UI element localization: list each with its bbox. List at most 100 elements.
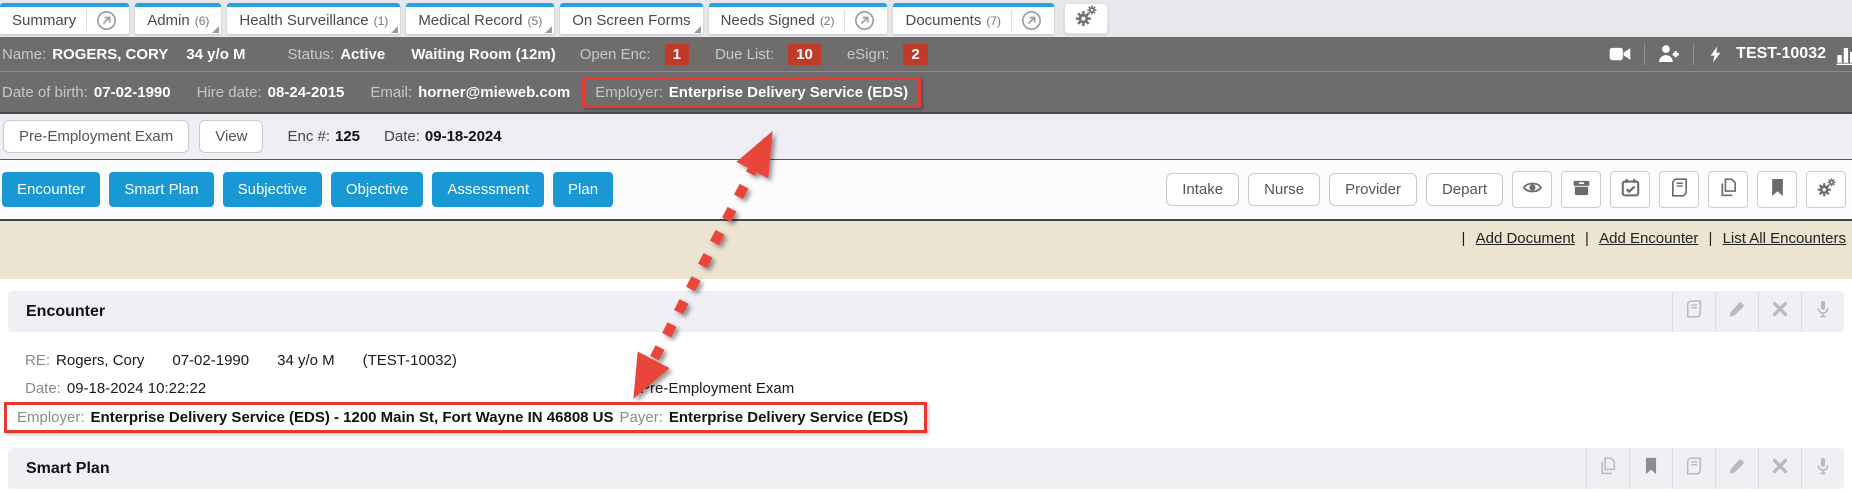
tab-summary[interactable]: Summary [0,3,129,34]
tab-label: Health Surveillance [239,12,368,29]
microphone-icon [1814,300,1832,323]
bookmark-icon-button[interactable] [1757,171,1797,208]
email-label: Email: [370,84,412,101]
add-person-icon[interactable] [1658,43,1680,65]
tab-count: (6) [195,14,210,28]
nav-assessment-button[interactable]: Assessment [432,172,544,207]
link-separator: | [1585,230,1589,247]
due-list-label: Due List: [715,46,774,63]
exam-type-text: Pre-Employment Exam [640,380,794,397]
re-label: RE: [25,352,50,369]
employer-highlight-box: Employer: Enterprise Delivery Service (E… [582,77,921,108]
pencil-icon [1728,300,1746,323]
nav-smart-plan-button[interactable]: Smart Plan [109,172,213,207]
external-link-icon[interactable] [844,10,875,31]
book-icon [1670,178,1689,202]
eye-icon [1523,178,1542,202]
bookmark-icon-button[interactable] [1629,448,1672,489]
re-age-sex: 34 y/o M [277,352,335,369]
tab-medical-record[interactable]: Medical Record (5) [406,3,554,34]
microphone-icon-button[interactable] [1801,291,1844,332]
book-icon-button[interactable] [1659,171,1699,208]
microphone-icon-button[interactable] [1801,448,1844,489]
depart-button[interactable]: Depart [1426,173,1503,206]
dropdown-corner-icon [212,26,219,33]
edit-pencil-icon-button[interactable] [1715,448,1758,489]
dropdown-corner-icon [391,26,398,33]
edit-pencil-icon-button[interactable] [1715,291,1758,332]
gears-icon [1075,5,1097,32]
close-icon-button[interactable] [1758,448,1801,489]
close-icon-button[interactable] [1758,291,1801,332]
close-icon [1771,300,1789,323]
encounter-links-row: | Add Document | Add Encounter | List Al… [0,221,1852,279]
smart-plan-header-actions [1586,448,1844,489]
copy-icon-button[interactable] [1708,171,1748,208]
intake-button[interactable]: Intake [1166,173,1239,206]
demographics-bar: Date of birth: 07-02-1990 Hire date: 08-… [0,71,1852,114]
book-icon [1685,300,1703,323]
copy-icon-button[interactable] [1586,448,1629,489]
payer-value: Enterprise Delivery Service (EDS) [669,409,908,426]
external-link-icon[interactable] [86,10,117,31]
nav-plan-button[interactable]: Plan [553,172,613,207]
eye-icon-button[interactable] [1512,171,1552,208]
archive-icon-button[interactable] [1561,171,1601,208]
provider-button[interactable]: Provider [1329,173,1417,206]
archive-icon [1572,178,1591,202]
copy-icon [1719,178,1738,202]
tab-needs-signed[interactable]: Needs Signed (2) [709,3,888,34]
calendar-check-icon [1621,178,1640,202]
nav-encounter-button[interactable]: Encounter [2,172,100,207]
lightning-icon[interactable] [1707,45,1724,64]
date-label: Date: [25,380,61,397]
add-encounter-link[interactable]: Add Encounter [1599,230,1698,247]
tab-health-surveillance[interactable]: Health Surveillance (1) [227,3,400,34]
encounter-toolbar: Pre-Employment Exam View Enc #:125 Date:… [0,114,1852,159]
encounter-section-header[interactable]: Encounter [8,291,1844,332]
esign-label: eSign: [847,46,890,63]
tab-label: Admin [147,12,190,29]
tab-on-screen-forms[interactable]: On Screen Forms [560,3,702,34]
pencil-icon [1728,457,1746,480]
nurse-button[interactable]: Nurse [1248,173,1320,206]
enc-date-value: 09-18-2024 [425,128,502,145]
bookmark-icon [1642,457,1660,480]
nav-objective-button[interactable]: Objective [331,172,424,207]
list-all-encounters-link[interactable]: List All Encounters [1723,230,1846,247]
close-icon [1771,457,1789,480]
employer-value: Enterprise Delivery Service (EDS) [669,84,908,101]
book-icon-button[interactable] [1672,291,1715,332]
divider [1644,43,1645,65]
external-link-icon[interactable] [1011,10,1042,31]
settings-gears-icon-button[interactable] [1806,171,1846,208]
smart-plan-section-header[interactable]: Smart Plan [8,448,1844,489]
patient-info-bar: Name: ROGERS, CORY 34 y/o M Status: Acti… [0,37,1852,71]
status-label: Status: [288,46,335,63]
patient-id: TEST-10032 [1736,45,1826,63]
tab-label: Needs Signed [721,12,815,29]
due-list-badge[interactable]: 10 [788,44,821,65]
enc-date-label: Date: [384,128,420,145]
encounter-header-actions [1672,291,1844,332]
enc-number-label: Enc #: [287,128,330,145]
enc-date-group: Date: 09-18-2024 [384,128,502,145]
tab-admin[interactable]: Admin (6) [135,3,221,34]
calendar-check-icon-button[interactable] [1610,171,1650,208]
view-button[interactable]: View [199,120,263,153]
tab-label: Documents [905,12,981,29]
nav-subjective-button[interactable]: Subjective [223,172,322,207]
tab-documents[interactable]: Documents (7) [893,3,1054,34]
exam-type-button[interactable]: Pre-Employment Exam [3,120,189,153]
link-separator: | [1709,230,1713,247]
re-patient-id: (TEST-10032) [363,352,457,369]
chart-icon[interactable] [1836,43,1852,65]
video-camera-icon[interactable] [1609,43,1631,65]
settings-gears-button[interactable] [1064,3,1108,34]
book-icon-button[interactable] [1672,448,1715,489]
re-dob: 07-02-1990 [172,352,249,369]
esign-badge[interactable]: 2 [903,44,927,65]
add-document-link[interactable]: Add Document [1476,230,1575,247]
open-enc-badge[interactable]: 1 [665,44,689,65]
enc-number-group: Enc #:125 [287,128,360,145]
